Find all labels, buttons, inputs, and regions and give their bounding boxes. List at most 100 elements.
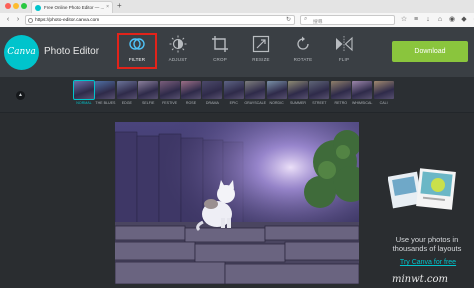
filter-label: SELFIE <box>141 101 155 105</box>
photo-preview <box>115 122 359 284</box>
filter-label: STREET <box>312 101 327 105</box>
home-icon[interactable]: ⌂ <box>436 15 444 25</box>
filter-preview-image <box>73 80 95 100</box>
filter-preview-image <box>266 81 287 99</box>
toolbar-icons: ☆ ≡ ↓ ⌂ ◉ ◆ ☺ ☰ <box>400 15 474 25</box>
filter-thumb-rose[interactable]: ROSE <box>180 81 202 107</box>
extension-icon[interactable]: ◆ <box>460 15 468 25</box>
app-title: Photo Editor <box>44 46 100 57</box>
star-icon[interactable]: ☆ <box>400 15 408 25</box>
filter-preview-image <box>202 81 223 99</box>
browser-tab[interactable]: Free Online Photo Editor — ... × <box>31 1 113 13</box>
tool-adjust[interactable]: ADJUST <box>158 35 198 69</box>
tab-bar: Free Online Photo Editor — ... × + <box>0 0 474 13</box>
close-window-button[interactable] <box>5 3 11 9</box>
filter-label: THE BLUES <box>95 101 116 105</box>
adjust-sun-icon <box>169 35 187 53</box>
reload-icon[interactable]: ↻ <box>286 16 291 23</box>
filter-label: FESTIVE <box>162 101 178 105</box>
address-bar[interactable]: https://photo-editor.canva.com ↻ <box>25 15 295 25</box>
filter-thumb-edge[interactable]: EDGE <box>116 81 138 107</box>
tool-label: FLIP <box>338 57 350 62</box>
filter-thumb-nordic[interactable]: NORDIC <box>266 81 288 107</box>
cat-photo-image <box>115 122 359 284</box>
tab-close-icon[interactable]: × <box>106 4 109 10</box>
filter-label: RETRO <box>334 101 348 105</box>
download-button[interactable]: Download <box>392 41 468 62</box>
try-canva-link[interactable]: Try Canva for free <box>395 259 461 266</box>
filter-preview-image <box>116 81 137 99</box>
filter-thumb-retro[interactable]: RETRO <box>330 81 352 107</box>
filter-label: DRAMA <box>205 101 219 105</box>
filter-label: EPIC <box>229 101 238 105</box>
filter-preview-image <box>138 81 159 99</box>
canva-favicon-icon <box>35 5 41 11</box>
search-icon: ⌕ <box>304 16 308 22</box>
filter-thumb-festive[interactable]: FESTIVE <box>159 81 181 107</box>
promo-text: Use your photos in thousands of layouts <box>392 235 462 253</box>
minimize-window-button[interactable] <box>13 3 19 9</box>
tool-flip[interactable]: FLIP <box>324 35 364 69</box>
crop-icon <box>212 36 228 52</box>
filter-label: SUMMER <box>290 101 306 105</box>
filter-preview-image <box>181 81 201 99</box>
filter-preview-image <box>288 81 308 99</box>
collapse-panel-button[interactable]: ▲ <box>16 91 25 100</box>
tool-label: RESIZE <box>252 57 270 62</box>
tab-title: Free Online Photo Editor — ... <box>44 5 105 10</box>
tool-resize[interactable]: RESIZE <box>241 35 281 69</box>
back-button[interactable]: ‹ <box>3 15 13 25</box>
tool-label: ADJUST <box>168 57 188 62</box>
filter-preview-image <box>245 81 266 99</box>
filter-preview-image <box>352 81 373 99</box>
filter-thumb-selfie[interactable]: SELFIE <box>137 81 159 107</box>
filter-thumb-summer[interactable]: SUMMER <box>287 81 309 107</box>
filter-circles-icon <box>129 38 145 50</box>
filter-preview-image <box>223 81 244 99</box>
filter-preview-image <box>330 81 351 99</box>
download-arrow-icon[interactable]: ↓ <box>424 15 432 25</box>
filter-label: NORDIC <box>269 101 284 105</box>
canva-logo[interactable]: Canva <box>4 35 39 70</box>
reading-list-icon[interactable]: ≡ <box>412 15 420 25</box>
site-info-icon[interactable] <box>28 18 33 23</box>
filter-label: NORMAL <box>76 101 92 105</box>
browser-window-chrome: Free Online Photo Editor — ... × + ‹ › h… <box>0 0 474 27</box>
url-text: https://photo-editor.canva.com <box>35 18 100 23</box>
filter-label: WHIMSICAL <box>352 101 373 105</box>
filter-thumb-cali[interactable]: CALI <box>373 81 395 107</box>
filter-label: GRAYSCALE <box>244 101 267 105</box>
filter-thumb-epic[interactable]: EPIC <box>223 81 245 107</box>
flip-icon <box>336 36 353 52</box>
tool-label: FILTER <box>128 57 146 62</box>
pocket-icon[interactable]: ◉ <box>448 15 456 25</box>
new-tab-button[interactable]: + <box>117 2 122 10</box>
filter-label: EDGE <box>121 101 132 105</box>
tool-filter[interactable]: FILTER <box>117 33 157 69</box>
filter-thumb-the-blues[interactable]: THE BLUES <box>94 81 116 107</box>
tool-rotate[interactable]: ROTATE <box>283 35 323 69</box>
filter-preview-image <box>309 81 330 99</box>
promo-layout-preview[interactable] <box>387 168 458 210</box>
tool-crop[interactable]: CROP <box>200 35 240 69</box>
filter-preview-image <box>95 81 116 99</box>
filter-thumb-drama[interactable]: DRAMA <box>201 81 223 107</box>
filter-preview-image <box>159 81 180 99</box>
watermark-text: minwt.com <box>392 274 448 285</box>
layout-preview-image <box>387 168 456 210</box>
search-placeholder: 搜尋 <box>313 20 323 25</box>
resize-icon <box>252 35 270 53</box>
rotate-icon <box>297 36 309 50</box>
filter-thumb-street[interactable]: STREET <box>308 81 330 107</box>
zoom-window-button[interactable] <box>21 3 27 9</box>
filter-label: ROSE <box>185 101 197 105</box>
browser-toolbar: ‹ › https://photo-editor.canva.com ↻ ⌕ 搜… <box>0 13 474 27</box>
search-input[interactable]: ⌕ 搜尋 <box>300 15 395 25</box>
tool-label: CROP <box>213 57 227 62</box>
filter-thumb-grayscale[interactable]: GRAYSCALE <box>244 81 266 107</box>
tool-label: ROTATE <box>293 57 313 62</box>
filter-thumb-normal[interactable]: NORMAL <box>73 80 95 107</box>
filter-thumb-whimsical[interactable]: WHIMSICAL <box>351 81 373 107</box>
filter-label: CALI <box>379 101 388 105</box>
forward-button[interactable]: › <box>13 15 23 25</box>
